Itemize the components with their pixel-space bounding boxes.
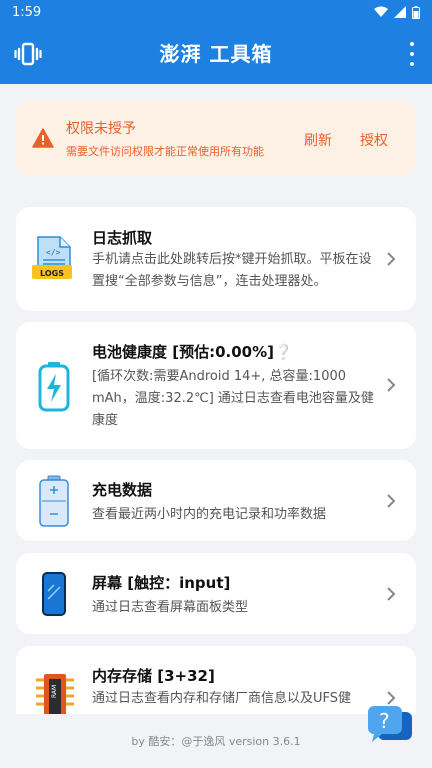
card-description: 通过日志查看屏幕面板类型 — [92, 600, 249, 615]
card-title: 屏幕 [触控：input] — [92, 574, 231, 592]
status-bar: 1:59 — [0, 0, 432, 24]
battery-icon — [412, 5, 420, 19]
svg-text:?: ? — [379, 709, 390, 733]
card-charging-data[interactable]: 充电数据 查看最近两小时内的充电记录和功率数据 — [16, 460, 416, 541]
card-battery-health[interactable]: 电池健康度 [预估:0.00%]❔ [循环次数:需要Android 14+, 总… — [16, 322, 416, 449]
warning-icon — [32, 128, 54, 148]
chevron-right-icon — [387, 252, 396, 266]
card-title: 日志抓取 — [92, 229, 153, 247]
grant-button[interactable]: 授权 — [360, 130, 388, 150]
svg-text:</>: </> — [46, 248, 61, 257]
permission-banner: 权限未授予 需要文件访问权限才能正常使用所有功能 刷新 授权 — [16, 100, 416, 176]
logs-badge-label: LOGS — [40, 269, 64, 278]
app-bar: 澎湃 工具箱 — [0, 24, 432, 84]
status-icons — [374, 5, 420, 19]
app-title: 澎湃 工具箱 — [159, 42, 273, 66]
battery-level-icon — [39, 475, 69, 527]
chevron-right-icon — [387, 587, 396, 601]
card-title: 电池健康度 [预估:0.00%]❔ — [92, 343, 293, 361]
signal-icon — [394, 6, 406, 18]
card-screen[interactable]: 屏幕 [触控：input] 通过日志查看屏幕面板类型 — [16, 553, 416, 634]
more-menu-icon[interactable] — [408, 42, 416, 66]
wifi-icon — [374, 6, 388, 17]
permission-description: 需要文件访问权限才能正常使用所有功能 — [66, 145, 264, 158]
ram-chip-label: RAM — [51, 684, 58, 698]
status-time: 1:59 — [12, 4, 42, 20]
battery-charging-icon — [38, 362, 70, 412]
card-title: 充电数据 — [92, 481, 153, 499]
card-log-capture[interactable]: </> LOGS 日志抓取 手机请点击此处跳转后按*键开始抓取。平板在设置搜“全… — [16, 207, 416, 311]
permission-title: 权限未授予 — [66, 121, 136, 137]
card-title: 内存存储 [3+32] — [92, 667, 215, 685]
card-description: [循环次数:需要Android 14+, 总容量:1000 mAh，温度:32.… — [92, 369, 374, 428]
card-memory-storage[interactable]: RAM 内存存储 [3+32] 通过日志查看内存和存储厂商信息以及UFS健 — [16, 646, 416, 714]
chevron-right-icon — [387, 494, 396, 508]
refresh-button[interactable]: 刷新 — [304, 130, 332, 150]
card-description: 手机请点击此处跳转后按*键开始抓取。平板在设置搜“全部参数与信息”，连击处理器处… — [92, 252, 372, 289]
help-chat-icon[interactable]: ? — [366, 704, 414, 748]
phone-icon — [42, 572, 66, 616]
card-description: 通过日志查看内存和存储厂商信息以及UFS健 — [92, 691, 352, 706]
card-description: 查看最近两小时内的充电记录和功率数据 — [92, 507, 327, 522]
chevron-right-icon — [387, 378, 396, 392]
